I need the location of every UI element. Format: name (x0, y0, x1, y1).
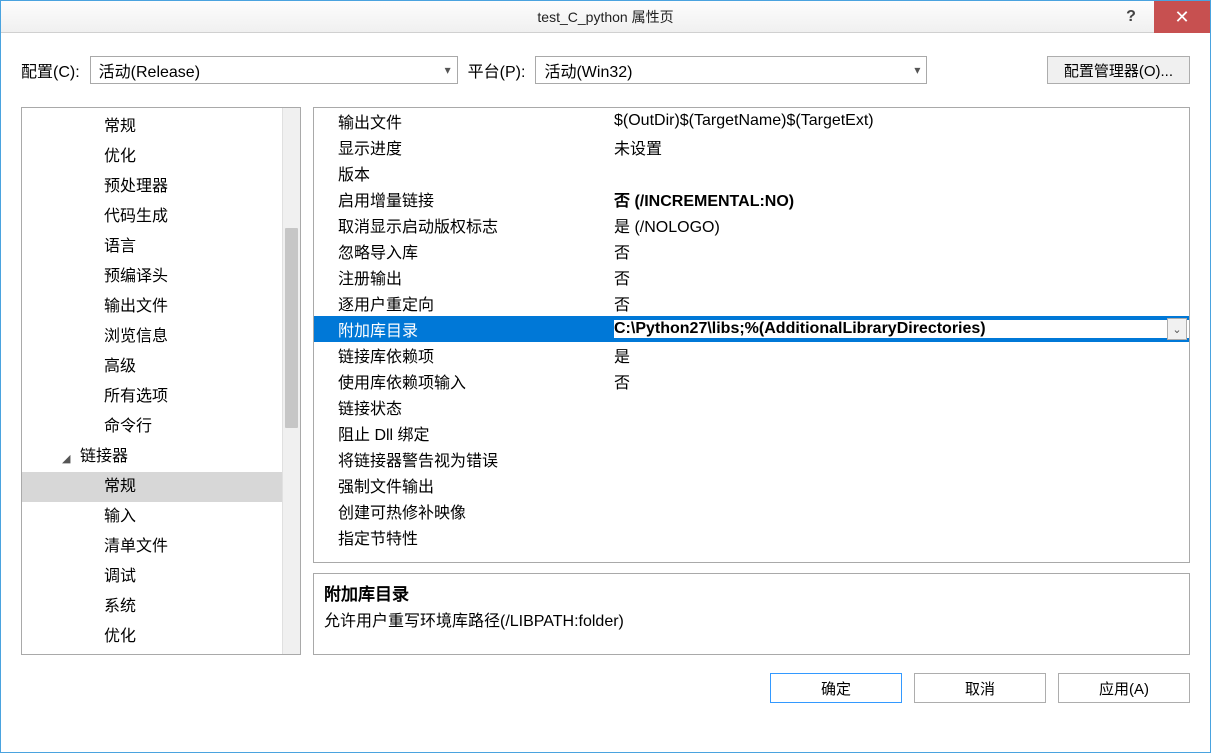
property-row[interactable]: 将链接器警告视为错误 (314, 446, 1189, 472)
description-body: 允许用户重写环境库路径(/LIBPATH:folder) (324, 607, 1179, 631)
property-value: 是 (/NOLOGO) (614, 213, 1189, 237)
tree-item[interactable]: 常规 (22, 112, 300, 142)
property-value: 否 (614, 369, 1189, 393)
tree-item[interactable]: 常规 (22, 472, 300, 502)
property-row[interactable]: 取消显示启动版权标志是 (/NOLOGO) (314, 212, 1189, 238)
right-panel: 输出文件$(OutDir)$(TargetName)$(TargetExt)显示… (313, 107, 1190, 655)
property-row[interactable]: 输出文件$(OutDir)$(TargetName)$(TargetExt) (314, 108, 1189, 134)
property-key: 注册输出 (314, 265, 614, 289)
property-value: $(OutDir)$(TargetName)$(TargetExt) (614, 112, 1189, 130)
property-dropdown-button[interactable]: ⌄ (1167, 318, 1187, 340)
chevron-down-icon: ▾ (914, 63, 920, 77)
property-row[interactable]: 指定节特性 (314, 524, 1189, 550)
tree-item[interactable]: 命令行 (22, 412, 300, 442)
description-title: 附加库目录 (324, 580, 1179, 605)
tree-item[interactable]: 优化 (22, 142, 300, 172)
property-value[interactable]: C:\Python27\libs;%(AdditionalLibraryDire… (614, 320, 1189, 338)
tree-item[interactable]: 清单文件 (22, 532, 300, 562)
tree-group[interactable]: 链接器 (22, 442, 300, 472)
tree-item[interactable]: 高级 (22, 352, 300, 382)
tree-item[interactable]: 输入 (22, 502, 300, 532)
tree-item[interactable]: 优化 (22, 622, 300, 652)
close-button[interactable] (1154, 1, 1210, 33)
property-value: 否 (614, 239, 1189, 263)
property-value: 否 (614, 265, 1189, 289)
category-tree-panel: 常规优化预处理器代码生成语言预编译头输出文件浏览信息高级所有选项命令行链接器常规… (21, 107, 301, 655)
property-key: 取消显示启动版权标志 (314, 213, 614, 237)
property-row[interactable]: 阻止 Dll 绑定 (314, 420, 1189, 446)
tree-item[interactable]: 语言 (22, 232, 300, 262)
tree-scrollbar-thumb[interactable] (285, 228, 298, 428)
tree-item[interactable]: 调试 (22, 562, 300, 592)
property-row[interactable]: 启用增量链接否 (/INCREMENTAL:NO) (314, 186, 1189, 212)
category-tree[interactable]: 常规优化预处理器代码生成语言预编译头输出文件浏览信息高级所有选项命令行链接器常规… (22, 108, 300, 655)
platform-combobox[interactable]: 活动(Win32) ▾ (535, 56, 927, 84)
titlebar: test_C_python 属性页 ? (1, 1, 1210, 33)
property-row[interactable]: 显示进度未设置 (314, 134, 1189, 160)
property-key: 输出文件 (314, 109, 614, 133)
window-title: test_C_python 属性页 (537, 7, 673, 27)
property-row[interactable]: 使用库依赖项输入否 (314, 368, 1189, 394)
tree-item[interactable]: 所有选项 (22, 382, 300, 412)
dialog-footer: 确定 取消 应用(A) (1, 655, 1210, 703)
property-key: 指定节特性 (314, 525, 614, 549)
config-value: 活动(Release) (99, 58, 200, 82)
ok-button[interactable]: 确定 (770, 673, 902, 703)
platform-label: 平台(P): (468, 58, 526, 82)
property-row[interactable]: 逐用户重定向否 (314, 290, 1189, 316)
tree-item[interactable]: 代码生成 (22, 202, 300, 232)
property-key: 链接库依赖项 (314, 343, 614, 367)
property-key: 启用增量链接 (314, 187, 614, 211)
property-row[interactable]: 版本 (314, 160, 1189, 186)
property-value: 否 (/INCREMENTAL:NO) (614, 187, 1189, 211)
property-row[interactable]: 忽略导入库否 (314, 238, 1189, 264)
property-row[interactable]: 链接状态 (314, 394, 1189, 420)
tree-item[interactable]: 预编译头 (22, 262, 300, 292)
help-button[interactable]: ? (1108, 1, 1154, 33)
property-row[interactable]: 强制文件输出 (314, 472, 1189, 498)
property-key: 使用库依赖项输入 (314, 369, 614, 393)
config-label: 配置(C): (21, 58, 80, 82)
config-manager-button[interactable]: 配置管理器(O)... (1047, 56, 1190, 84)
property-row[interactable]: 链接库依赖项是 (314, 342, 1189, 368)
description-panel: 附加库目录 允许用户重写环境库路径(/LIBPATH:folder) (313, 573, 1190, 655)
cancel-button[interactable]: 取消 (914, 673, 1046, 703)
apply-button[interactable]: 应用(A) (1058, 673, 1190, 703)
property-key: 附加库目录 (314, 317, 614, 341)
tree-item[interactable]: 输出文件 (22, 292, 300, 322)
property-row[interactable]: 创建可热修补映像 (314, 498, 1189, 524)
property-key: 逐用户重定向 (314, 291, 614, 315)
toolbar: 配置(C): 活动(Release) ▾ 平台(P): 活动(Win32) ▾ … (1, 33, 1210, 95)
content-area: 常规优化预处理器代码生成语言预编译头输出文件浏览信息高级所有选项命令行链接器常规… (1, 95, 1210, 655)
platform-value: 活动(Win32) (544, 58, 632, 82)
property-grid[interactable]: 输出文件$(OutDir)$(TargetName)$(TargetExt)显示… (313, 107, 1190, 563)
property-key: 强制文件输出 (314, 473, 614, 497)
tree-item[interactable]: 预处理器 (22, 172, 300, 202)
property-value: 是 (614, 343, 1189, 367)
property-row[interactable]: 注册输出否 (314, 264, 1189, 290)
chevron-down-icon: ▾ (445, 63, 451, 77)
property-key: 阻止 Dll 绑定 (314, 421, 614, 445)
property-key: 链接状态 (314, 395, 614, 419)
property-key: 版本 (314, 161, 614, 185)
property-key: 显示进度 (314, 135, 614, 159)
property-row[interactable]: 附加库目录C:\Python27\libs;%(AdditionalLibrar… (314, 316, 1189, 342)
config-combobox[interactable]: 活动(Release) ▾ (90, 56, 458, 84)
property-key: 将链接器警告视为错误 (314, 447, 614, 471)
property-value: 未设置 (614, 135, 1189, 159)
property-key: 创建可热修补映像 (314, 499, 614, 523)
window-controls: ? (1108, 1, 1210, 33)
tree-item[interactable]: 系统 (22, 592, 300, 622)
tree-scrollbar[interactable] (282, 108, 300, 654)
tree-item[interactable]: 浏览信息 (22, 322, 300, 352)
property-key: 忽略导入库 (314, 239, 614, 263)
tree-item[interactable]: 嵌入的 IDL (22, 652, 300, 655)
property-value: 否 (614, 291, 1189, 315)
